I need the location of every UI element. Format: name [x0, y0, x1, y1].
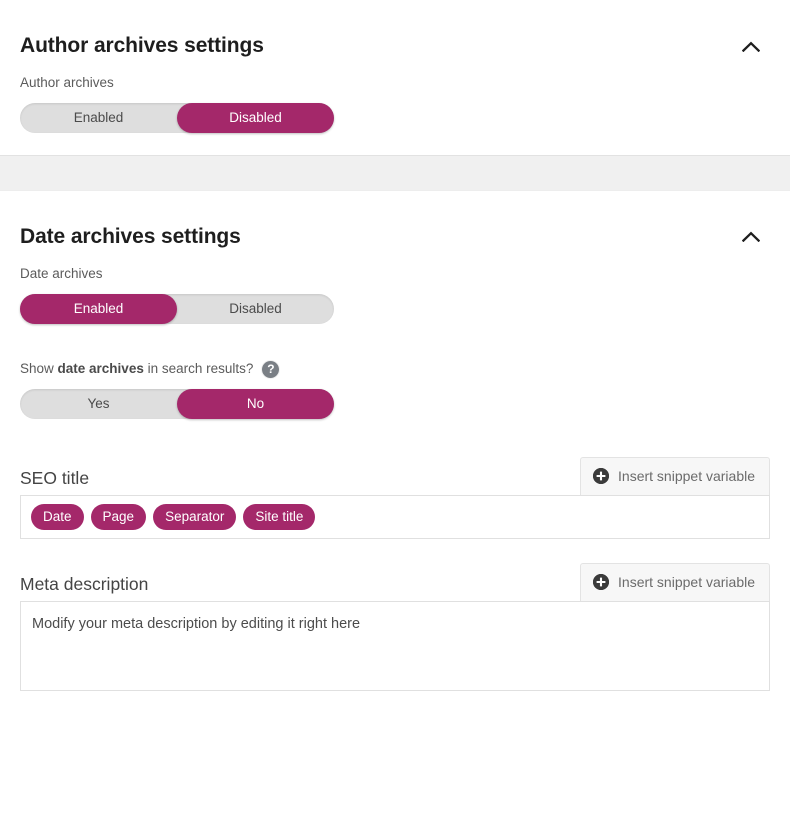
meta-description-insert-snippet-variable-button[interactable]: Insert snippet variable	[580, 562, 770, 601]
date-archives-label: Date archives	[20, 265, 770, 284]
meta-description-row: Meta description Insert snippet variable	[20, 561, 770, 601]
author-archives-label-text: Author archives	[20, 75, 114, 90]
meta-description-block: Meta description Insert snippet variable…	[0, 561, 790, 691]
date-archives-toggle-disabled[interactable]: Disabled	[177, 294, 334, 324]
show-in-search-results-text: Show date archives in search results?	[20, 360, 254, 376]
settings-page: Author archives settings Author archives…	[0, 0, 790, 819]
seo-title-row: SEO title Insert snippet variable	[20, 455, 770, 495]
section-divider	[0, 154, 790, 191]
meta-description-input[interactable]: Modify your meta description by editing …	[20, 600, 770, 691]
seo-title-input[interactable]: Date Page Separator Site title	[20, 494, 770, 539]
seo-title-insert-snippet-variable-button[interactable]: Insert snippet variable	[580, 456, 770, 495]
seo-title-insert-button-label: Insert snippet variable	[618, 468, 755, 485]
date-archives-title: Date archives settings	[20, 225, 241, 249]
date-archives-toggle[interactable]: Enabled Disabled	[20, 293, 334, 324]
meta-description-insert-button-label: Insert snippet variable	[618, 574, 755, 591]
chevron-up-icon[interactable]	[734, 29, 768, 63]
page-title: Author archives settings	[20, 34, 264, 58]
author-archives-section-header[interactable]: Author archives settings	[20, 0, 770, 74]
date-archives-section-header[interactable]: Date archives settings	[20, 191, 770, 265]
author-archives-toggle-enabled[interactable]: Enabled	[20, 103, 177, 133]
date-archives-toggle-enabled[interactable]: Enabled	[20, 293, 177, 324]
plus-circle-icon	[593, 468, 610, 485]
author-archives-toggle-disabled[interactable]: Disabled	[177, 102, 334, 133]
author-archives-label: Author archives	[20, 74, 770, 93]
plus-circle-icon	[593, 574, 610, 591]
snippet-variable-chip[interactable]: Page	[90, 503, 147, 530]
meta-description-label: Meta description	[20, 573, 149, 594]
author-archives-section: Author archives settings Author archives…	[0, 0, 790, 155]
author-archives-toggle[interactable]: Enabled Disabled	[20, 102, 334, 133]
snippet-variable-chip[interactable]: Separator	[153, 503, 237, 530]
snippet-variable-chip[interactable]: Site title	[243, 503, 316, 530]
date-archives-label-text: Date archives	[20, 265, 103, 281]
help-circle-icon[interactable]: ?	[262, 360, 280, 378]
show-in-search-results-no[interactable]: No	[177, 388, 334, 419]
show-in-search-results-label: Show date archives in search results? ?	[20, 360, 770, 379]
seo-title-label: SEO title	[20, 467, 90, 488]
date-archives-section: Date archives settings Date archives Ena…	[0, 190, 790, 455]
show-in-search-results-toggle[interactable]: Yes No	[20, 388, 334, 419]
meta-description-value: Modify your meta description by editing …	[32, 615, 361, 632]
chevron-up-icon[interactable]	[734, 220, 768, 254]
seo-title-block: SEO title Insert snippet variable Date P…	[0, 455, 790, 539]
show-in-search-results-yes[interactable]: Yes	[20, 389, 177, 419]
snippet-variable-chip[interactable]: Date	[31, 503, 84, 530]
